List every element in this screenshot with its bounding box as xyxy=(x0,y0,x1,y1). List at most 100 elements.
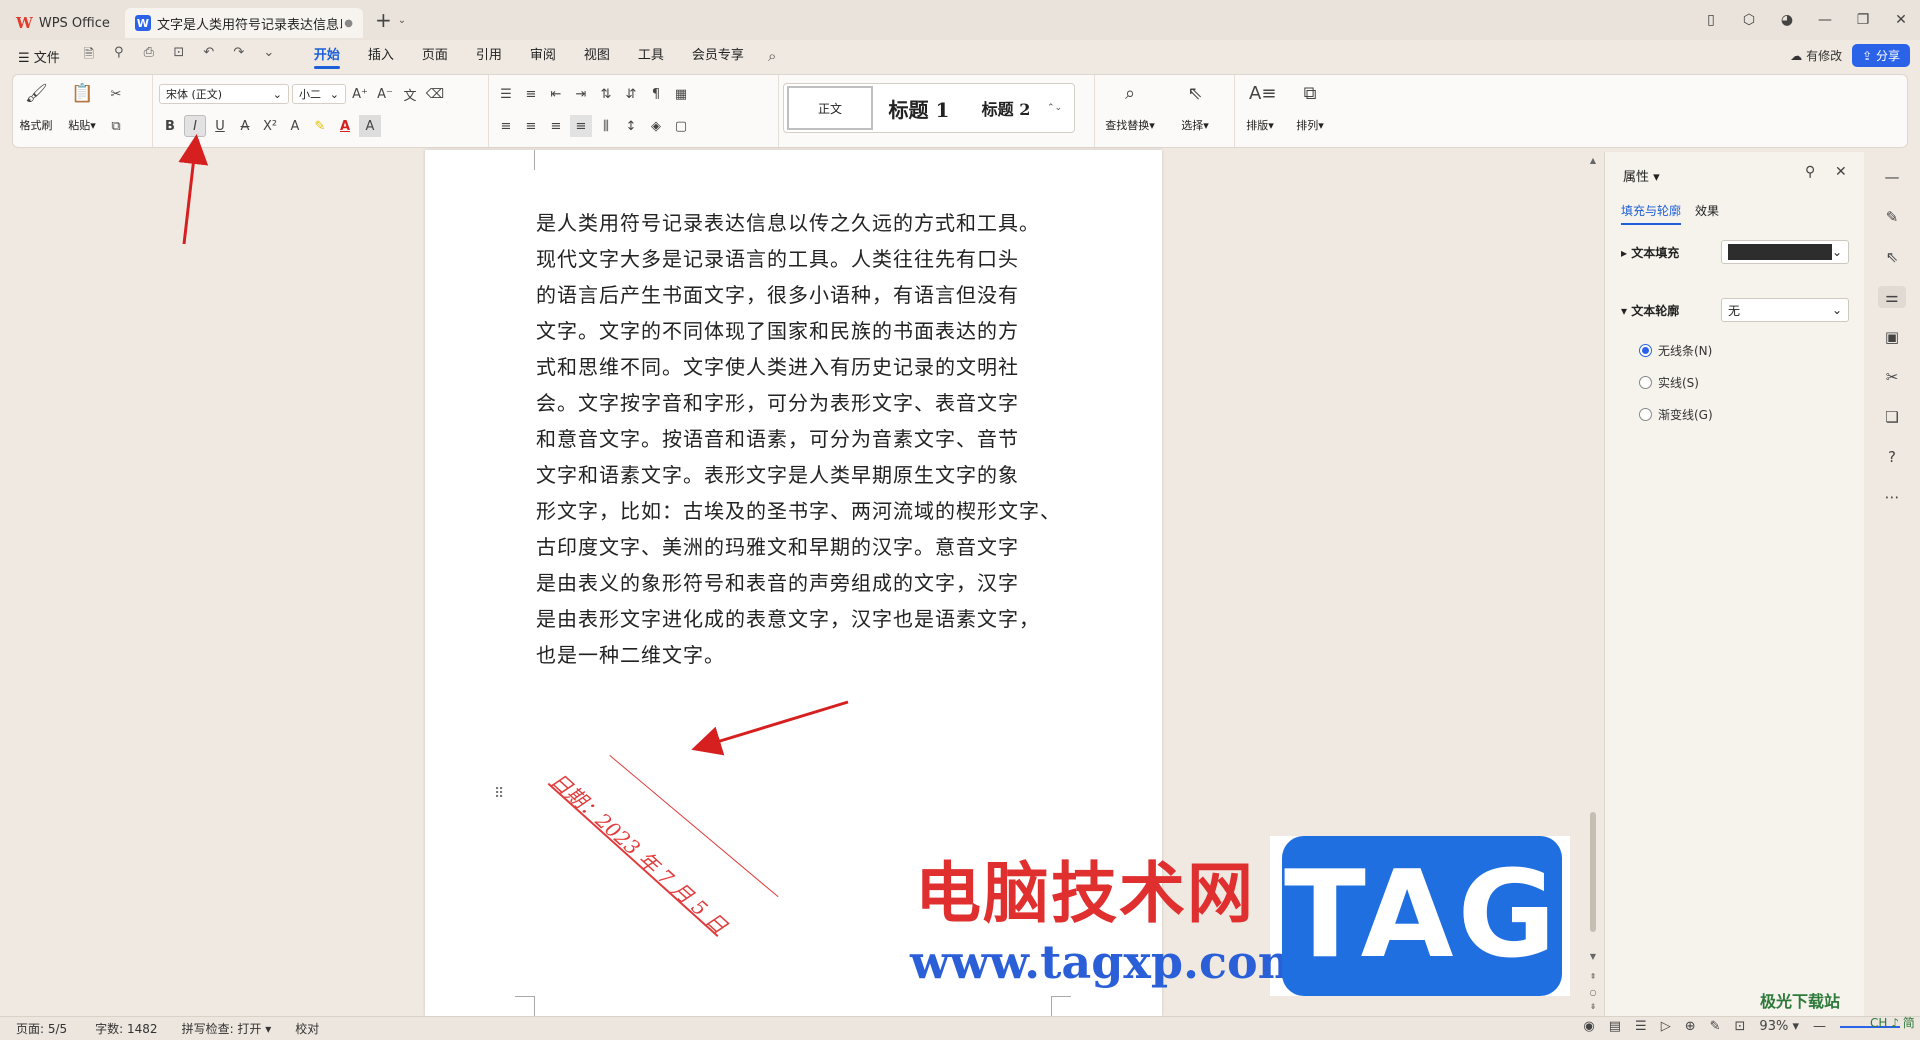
text-outline-label[interactable]: ▾ 文本轮廓 xyxy=(1621,302,1721,319)
unsaved-dot-icon[interactable]: ● xyxy=(344,18,353,29)
layout-icon[interactable]: ▯ xyxy=(1692,12,1730,28)
spell-check[interactable]: 拼写检查: 打开 ▾ xyxy=(182,1020,272,1037)
shrink-font-icon[interactable]: A⁻ xyxy=(374,83,396,105)
book-icon[interactable]: ❏ xyxy=(1878,406,1906,428)
outline-view-icon[interactable]: ☰ xyxy=(1635,1019,1647,1034)
align-left-icon[interactable]: ≡ xyxy=(495,115,517,137)
zoom-out-icon[interactable]: — xyxy=(1813,1019,1826,1034)
cube-icon[interactable]: ⬡ xyxy=(1730,12,1768,28)
text-effect-icon[interactable]: A xyxy=(284,115,306,137)
align-right-icon[interactable]: ≡ xyxy=(545,115,567,137)
select-pointer-icon[interactable]: ⇖ xyxy=(1878,246,1906,268)
border-icon[interactable]: ▢ xyxy=(670,115,692,137)
radio-no-line[interactable]: 无线条(N) xyxy=(1639,342,1712,359)
font-name-select[interactable]: 宋体 (正文) ⌄ xyxy=(159,84,289,104)
style-heading-1[interactable]: 标题 1 xyxy=(873,86,965,130)
print-icon[interactable]: ⎙ xyxy=(136,45,162,67)
next-page-icon[interactable]: ⇟ xyxy=(1586,1002,1600,1011)
strikethrough-icon[interactable]: A xyxy=(234,115,256,137)
zoom-level[interactable]: 93% ▾ xyxy=(1759,1019,1799,1034)
more-chevron-icon[interactable]: ⌄ xyxy=(256,45,282,67)
print-preview-icon[interactable]: ⊡ xyxy=(166,45,192,67)
style-normal[interactable]: 正文 xyxy=(787,86,873,130)
close-panel-icon[interactable]: ✕ xyxy=(1835,164,1847,180)
play-icon[interactable]: ▷ xyxy=(1661,1019,1671,1034)
tab-tools[interactable]: 工具 xyxy=(624,40,678,72)
radio-solid-line[interactable]: 实线(S) xyxy=(1639,374,1699,391)
new-tab-plus-icon[interactable]: + xyxy=(375,8,392,32)
page-dot-icon[interactable]: ○ xyxy=(1586,988,1600,997)
tab-list-chevron-icon[interactable]: ⌄ xyxy=(398,15,406,26)
increase-indent-icon[interactable]: ⇥ xyxy=(570,83,592,105)
layout-button[interactable]: A≡ 排版▾ xyxy=(1235,75,1285,147)
scroll-up-icon[interactable]: ▲ xyxy=(1586,156,1600,165)
radio-gradient-line[interactable]: 渐变线(G) xyxy=(1639,406,1713,423)
tab-page[interactable]: 页面 xyxy=(408,40,462,72)
shading-icon[interactable]: ◈ xyxy=(645,115,667,137)
numbered-list-icon[interactable]: ≡ xyxy=(520,83,542,105)
text-outline-select[interactable]: 无 ⌄ xyxy=(1721,298,1849,322)
pen-mode-icon[interactable]: ✎ xyxy=(1710,1019,1721,1034)
char-shading-icon[interactable]: A xyxy=(359,115,381,137)
sort-icon[interactable]: ⇵ xyxy=(620,83,642,105)
underline-icon[interactable]: U xyxy=(209,115,231,137)
distribute-icon[interactable]: ⫼ xyxy=(595,115,617,137)
modified-indicator[interactable]: ☁ 有修改 xyxy=(1790,47,1842,64)
restore-icon[interactable]: ❐ xyxy=(1844,12,1882,28)
properties-sliders-icon[interactable]: ⚌ xyxy=(1878,286,1906,308)
text-fill-select[interactable]: ⌄ xyxy=(1721,240,1849,264)
tab-member[interactable]: 会员专享 xyxy=(678,40,758,72)
italic-icon[interactable]: I xyxy=(184,115,206,137)
help-icon[interactable]: ? xyxy=(1878,446,1906,468)
share-button[interactable]: ⇪ 分享 xyxy=(1852,44,1910,67)
tab-effect[interactable]: 效果 xyxy=(1695,202,1719,225)
superscript-icon[interactable]: X² xyxy=(259,115,281,137)
arrange-button[interactable]: ⧉ 排列▾ xyxy=(1285,75,1335,147)
bullet-list-icon[interactable]: ☰ xyxy=(495,83,517,105)
properties-title[interactable]: 属性 ▾ xyxy=(1623,166,1660,185)
save-icon[interactable]: 🗎 xyxy=(76,45,102,67)
tab-insert[interactable]: 插入 xyxy=(354,40,408,72)
drag-handle-icon[interactable]: ⠿ xyxy=(494,786,504,802)
scroll-thumb[interactable] xyxy=(1590,812,1596,932)
bold-icon[interactable]: B xyxy=(159,115,181,137)
collapse-icon[interactable]: — xyxy=(1878,166,1906,188)
web-view-icon[interactable]: ⊕ xyxy=(1685,1019,1696,1034)
text-fill-label[interactable]: ▸ 文本填充 xyxy=(1621,244,1721,261)
font-size-select[interactable]: 小二 ⌄ xyxy=(292,84,346,104)
link-icon[interactable]: ⚲ xyxy=(106,45,132,67)
pen-icon[interactable]: ✎ xyxy=(1878,206,1906,228)
scroll-down-icon[interactable]: ▼ xyxy=(1586,952,1600,961)
page-view-icon[interactable]: ▤ xyxy=(1609,1019,1621,1034)
grow-font-icon[interactable]: A⁺ xyxy=(349,83,371,105)
proofread[interactable]: 校对 xyxy=(295,1020,319,1037)
font-color-icon[interactable]: A xyxy=(334,115,356,137)
file-menu[interactable]: ☰ 文件 xyxy=(18,47,60,66)
document-body[interactable]: 是人类用符号记录表达信息以传之久远的方式和工具。 现代文字大多是记录语言的工具。… xyxy=(536,205,1076,673)
redo-icon[interactable]: ↷ xyxy=(226,45,252,67)
tab-view[interactable]: 视图 xyxy=(570,40,624,72)
clear-format-icon[interactable]: ⌫ xyxy=(424,83,446,105)
page-indicator[interactable]: 页面: 5/5 xyxy=(16,1020,67,1037)
line-spacing-icon[interactable]: ↕ xyxy=(620,115,642,137)
tab-reference[interactable]: 引用 xyxy=(462,40,516,72)
tab-wps-home[interactable]: W WPS Office xyxy=(6,8,121,38)
fit-icon[interactable]: ⊡ xyxy=(1735,1019,1746,1034)
text-direction-icon[interactable]: ⇅ xyxy=(595,83,617,105)
prev-page-icon[interactable]: ⇞ xyxy=(1586,972,1600,981)
select-button[interactable]: ⇖ 选择▾ xyxy=(1165,75,1225,147)
paste-button[interactable]: 📋 粘贴▾ xyxy=(59,75,105,147)
eye-icon[interactable]: ◉ xyxy=(1583,1019,1594,1034)
undo-icon[interactable]: ↶ xyxy=(196,45,222,67)
decrease-indent-icon[interactable]: ⇤ xyxy=(545,83,567,105)
word-count[interactable]: 字数: 1482 xyxy=(95,1020,157,1037)
show-marks-icon[interactable]: ¶ xyxy=(645,83,667,105)
find-replace-button[interactable]: ⌕ 查找替换▾ xyxy=(1095,75,1165,147)
table-icon[interactable]: ▦ xyxy=(670,83,692,105)
align-center-icon[interactable]: ≡ xyxy=(520,115,542,137)
styles-more-icon[interactable]: ⌃⌄ xyxy=(1047,103,1062,113)
avatar[interactable]: ◕ xyxy=(1768,12,1806,28)
minimize-icon[interactable]: — xyxy=(1806,12,1844,28)
format-painter-button[interactable]: 🖌 格式刷 xyxy=(13,75,59,147)
tab-review[interactable]: 审阅 xyxy=(516,40,570,72)
